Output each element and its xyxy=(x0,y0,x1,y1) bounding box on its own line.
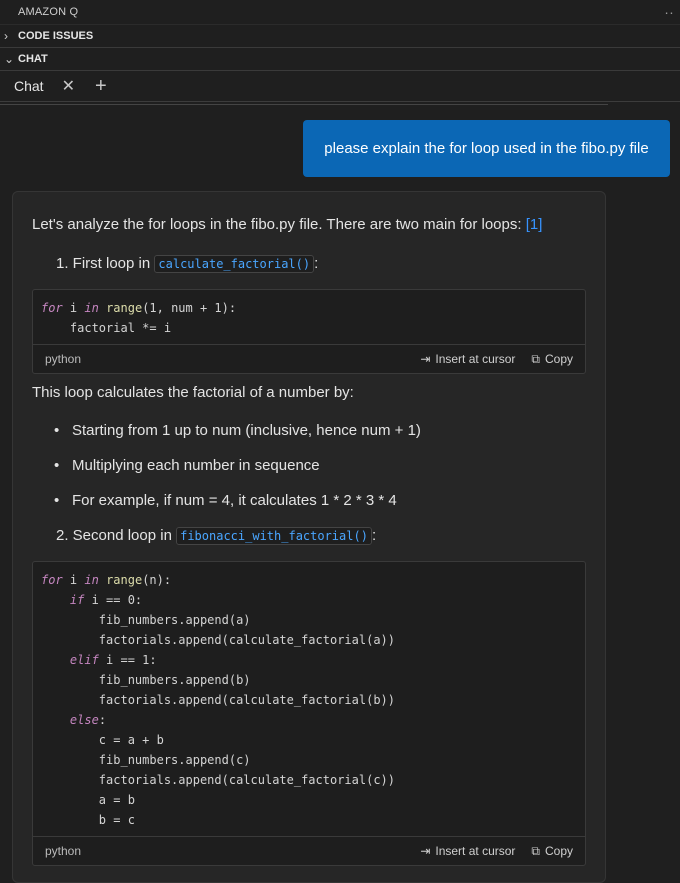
insert-at-cursor-button[interactable]: ⇥ Insert at cursor xyxy=(420,352,515,366)
insert-icon: ⇥ xyxy=(420,352,431,366)
insert-at-cursor-button[interactable]: ⇥ Insert at cursor xyxy=(420,844,515,858)
code-block-2-content: for i in range(n): if i == 0: fib_number… xyxy=(41,573,396,827)
copy-label: Copy xyxy=(544,844,573,858)
inline-code-fibonacci-with-factorial: fibonacci_with_factorial() xyxy=(176,527,372,545)
list-item-1: 1. First loop in calculate_factorial(): xyxy=(56,255,319,273)
assistant-message: Let's analyze the for loops in the fibo.… xyxy=(12,191,606,883)
section-chat[interactable]: ⌄ CHAT xyxy=(0,47,680,71)
list-item-2-suffix: : xyxy=(371,527,377,544)
copy-button[interactable]: ⧉ Copy xyxy=(531,844,573,859)
bullet-text: Multiplying each number in sequence xyxy=(72,457,320,474)
list-item-1-text: 1. First loop in xyxy=(56,255,151,272)
copy-icon: ⧉ xyxy=(531,843,540,858)
section-code-issues-label: CODE ISSUES xyxy=(18,30,94,42)
chevron-down-icon: ⌄ xyxy=(4,52,15,66)
code-block-2-footer: python ⇥ Insert at cursor ⧉ Copy xyxy=(33,836,585,865)
list-item: • Starting from 1 up to num (inclusive, h… xyxy=(54,422,421,439)
inline-code-calculate-factorial: calculate_factorial() xyxy=(154,255,315,273)
insert-icon: ⇥ xyxy=(420,844,431,858)
factorial-description: This loop calculates the factorial of a … xyxy=(32,384,354,401)
ellipsis-icon[interactable]: ·· xyxy=(664,5,674,19)
copy-button[interactable]: ⧉ Copy xyxy=(531,352,573,367)
code-block-1: for i in range(1, num + 1): factorial *=… xyxy=(32,289,586,374)
list-item-2: 2. Second loop in fibonacci_with_factori… xyxy=(56,527,377,545)
panel-header: AMAZON Q ·· xyxy=(0,0,680,24)
tab-chat[interactable]: Chat ✕ xyxy=(0,71,83,101)
panel-title: AMAZON Q xyxy=(18,6,79,18)
list-item-1-suffix: : xyxy=(314,255,319,272)
close-icon[interactable]: ✕ xyxy=(62,76,75,96)
tab-chat-label: Chat xyxy=(14,78,44,94)
list-item: • For example, if num = 4, it calculates … xyxy=(54,492,397,509)
code-language-label: python xyxy=(45,352,82,366)
code-block-1-footer: python ⇥ Insert at cursor ⧉ Copy xyxy=(33,344,585,373)
user-message-bubble: please explain the for loop used in the … xyxy=(303,120,670,177)
bullet-text: For example, if num = 4, it calculates 1… xyxy=(72,492,397,509)
answer-intro-text: Let's analyze the for loops in the fibo.… xyxy=(32,216,522,233)
insert-label: Insert at cursor xyxy=(435,352,516,366)
new-tab-icon[interactable]: + xyxy=(95,76,107,96)
list-item: • Multiplying each number in sequence xyxy=(54,457,320,474)
chevron-right-icon: › xyxy=(4,29,8,43)
code-block-1-content: for i in range(1, num + 1): factorial *=… xyxy=(41,301,237,335)
copy-label: Copy xyxy=(544,352,573,366)
reference-link[interactable]: [1] xyxy=(526,216,543,233)
insert-label: Insert at cursor xyxy=(435,844,516,858)
code-block-2: for i in range(n): if i == 0: fib_number… xyxy=(32,561,586,866)
bullet-text: Starting from 1 up to num (inclusive, he… xyxy=(72,422,421,439)
code-language-label: python xyxy=(45,844,82,858)
list-item-2-text: 2. Second loop in xyxy=(56,527,172,544)
section-chat-label: CHAT xyxy=(18,53,48,65)
user-message-text: please explain the for loop used in the … xyxy=(324,140,649,157)
chat-tabs: Chat ✕ + xyxy=(0,71,680,102)
section-code-issues[interactable]: › CODE ISSUES xyxy=(0,24,680,47)
copy-icon: ⧉ xyxy=(531,351,540,366)
answer-intro: Let's analyze the for loops in the fibo.… xyxy=(32,216,542,233)
tab-divider xyxy=(0,104,608,105)
